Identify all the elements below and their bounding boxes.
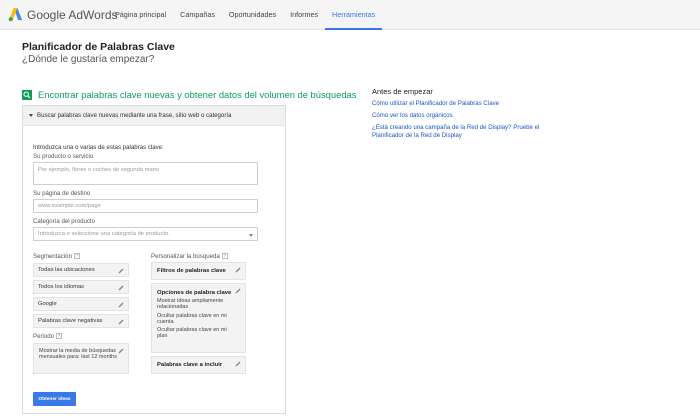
targeting-language-label: Todos los idiomas bbox=[38, 284, 85, 290]
customize-label-text: Personalizar la búsqueda bbox=[151, 253, 220, 260]
keywords-include-box[interactable]: Palabras clave a incluir bbox=[151, 356, 246, 374]
adwords-logo-icon bbox=[8, 7, 23, 22]
panel-header-label: Buscar palabras clave nuevas mediante un… bbox=[37, 112, 232, 119]
keyword-options-title: Opciones de palabra clave bbox=[157, 290, 232, 296]
period-text: Mostrar la media de búsquedas mensuales … bbox=[39, 348, 117, 361]
targeting-label-text: Segmentación bbox=[33, 253, 72, 260]
targeting-label: Segmentación? bbox=[33, 253, 80, 260]
keyword-filters-box[interactable]: Filtros de palabras clave bbox=[151, 262, 246, 280]
help-icon[interactable]: ? bbox=[73, 253, 80, 260]
brand-name: Google AdWords bbox=[27, 7, 118, 22]
aside-link-display-planner[interactable]: ¿Está creando una campaña de la Red de D… bbox=[372, 124, 557, 139]
targeting-negative-keywords[interactable]: Palabras clave negativas bbox=[33, 314, 129, 328]
option-hide-plan: Ocultar palabras clave en mi plan bbox=[157, 327, 227, 340]
adwords-logo[interactable]: Google AdWords bbox=[8, 7, 118, 22]
page-subtitle: ¿Dónde le gustaría empezar? bbox=[22, 54, 155, 65]
chevron-down-icon bbox=[249, 234, 253, 237]
search-form-panel: Buscar palabras clave nuevas mediante un… bbox=[22, 105, 286, 414]
pencil-icon bbox=[118, 348, 124, 354]
nav-item-opportunities[interactable]: Oportunidades bbox=[222, 0, 283, 30]
pencil-icon bbox=[118, 268, 124, 274]
pencil-icon bbox=[235, 288, 241, 294]
caret-down-icon bbox=[29, 114, 33, 117]
landing-page-label: Su página de destino bbox=[33, 190, 91, 197]
targeting-location-label: Todas las ubicaciones bbox=[38, 267, 95, 273]
panel-header[interactable]: Buscar palabras clave nuevas mediante un… bbox=[23, 106, 285, 126]
product-input[interactable]: Por ejemplo, flores o coches de segunda … bbox=[33, 162, 258, 185]
nav-item-campaigns[interactable]: Campañas bbox=[173, 0, 222, 30]
category-label: Categoría del producto bbox=[33, 218, 95, 225]
page-title: Planificador de Palabras Clave bbox=[22, 41, 175, 53]
aside-link-organic-data[interactable]: Cómo ver los datos orgánicos bbox=[372, 112, 557, 120]
form-intro: Introduzca una o varias de estas palabra… bbox=[33, 144, 164, 151]
pencil-icon bbox=[118, 302, 124, 308]
search-icon bbox=[22, 89, 32, 100]
targeting-network-label: Google bbox=[38, 301, 57, 307]
option-hide-account: Ocultar palabras clave en mi cuenta bbox=[157, 312, 227, 325]
help-icon[interactable]: ? bbox=[221, 253, 228, 260]
period-label: Periodo? bbox=[33, 333, 63, 340]
aside-title: Antes de empezar bbox=[372, 87, 433, 96]
customize-label: Personalizar la búsqueda? bbox=[151, 253, 228, 260]
help-icon[interactable]: ? bbox=[56, 333, 63, 340]
nav-item-tools[interactable]: Herramientas bbox=[325, 0, 383, 30]
pencil-icon bbox=[235, 267, 241, 273]
section-heading[interactable]: Encontrar palabras clave nuevas y obtene… bbox=[22, 89, 356, 100]
section-title: Encontrar palabras clave nuevas y obtene… bbox=[38, 89, 357, 100]
nav-item-home[interactable]: Página principal bbox=[108, 0, 173, 30]
main-nav: Página principal Campañas Oportunidades … bbox=[108, 0, 383, 30]
category-select-placeholder: Introduzca o seleccione una categoría de… bbox=[38, 231, 170, 237]
period-box[interactable]: Mostrar la media de búsquedas mensuales … bbox=[33, 343, 129, 374]
keyword-options-box[interactable]: Opciones de palabra clave Mostrar ideas … bbox=[151, 283, 246, 353]
landing-page-input[interactable]: www.example.com/page bbox=[33, 199, 258, 213]
top-navigation-bar: Google AdWords Página principal Campañas… bbox=[0, 0, 700, 30]
targeting-negative-keywords-label: Palabras clave negativas bbox=[38, 318, 103, 324]
keywords-include-title: Palabras clave a incluir bbox=[157, 362, 223, 368]
pencil-icon bbox=[118, 285, 124, 291]
targeting-location[interactable]: Todas las ubicaciones bbox=[33, 263, 129, 277]
pencil-icon bbox=[235, 361, 241, 367]
category-select[interactable]: Introduzca o seleccione una categoría de… bbox=[33, 227, 258, 241]
targeting-language[interactable]: Todos los idiomas bbox=[33, 280, 129, 294]
aside-link-how-to-use[interactable]: Cómo utilizar el Planificador de Palabra… bbox=[372, 100, 557, 108]
pencil-icon bbox=[118, 319, 124, 325]
option-broad-ideas: Mostrar ideas ampliamente relacionadas bbox=[157, 298, 224, 311]
period-label-text: Periodo bbox=[33, 333, 55, 340]
product-label: Su producto o servicio bbox=[33, 153, 94, 160]
targeting-network[interactable]: Google bbox=[33, 297, 129, 311]
get-ideas-button[interactable]: Obtener ideas bbox=[33, 392, 76, 406]
keyword-filters-title: Filtros de palabras clave bbox=[157, 268, 226, 274]
nav-item-reports[interactable]: Informes bbox=[283, 0, 325, 30]
